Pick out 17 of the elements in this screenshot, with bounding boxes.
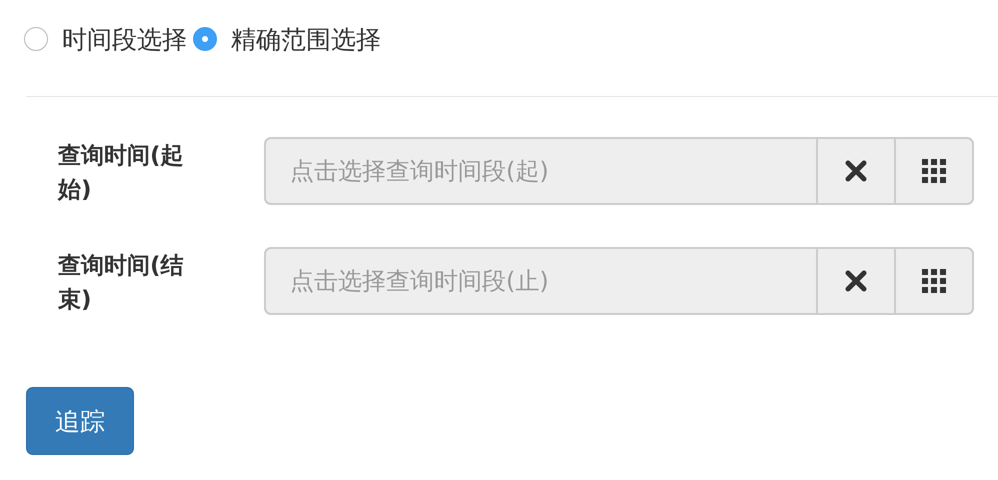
grid-icon (922, 159, 946, 183)
radio-label[interactable]: 精确范围选择 (231, 22, 381, 56)
radio-button[interactable] (24, 27, 48, 51)
date-input-field[interactable]: 点击选择查询时间段(止) (264, 247, 818, 315)
calendar-button[interactable] (896, 137, 974, 205)
radio-button[interactable] (193, 27, 217, 51)
close-icon (845, 160, 867, 182)
field-label: 查询时间(起始) (58, 142, 185, 205)
date-input-field[interactable]: 点击选择查询时间段(起) (264, 137, 818, 205)
radio-label[interactable]: 时间段选择 (62, 22, 187, 56)
grid-icon (922, 269, 946, 293)
close-icon (845, 270, 867, 292)
clear-button[interactable] (818, 137, 896, 205)
track-button[interactable]: 追踪 (26, 387, 134, 455)
clear-button[interactable] (818, 247, 896, 315)
calendar-button[interactable] (896, 247, 974, 315)
field-label: 查询时间(结束) (58, 252, 185, 315)
